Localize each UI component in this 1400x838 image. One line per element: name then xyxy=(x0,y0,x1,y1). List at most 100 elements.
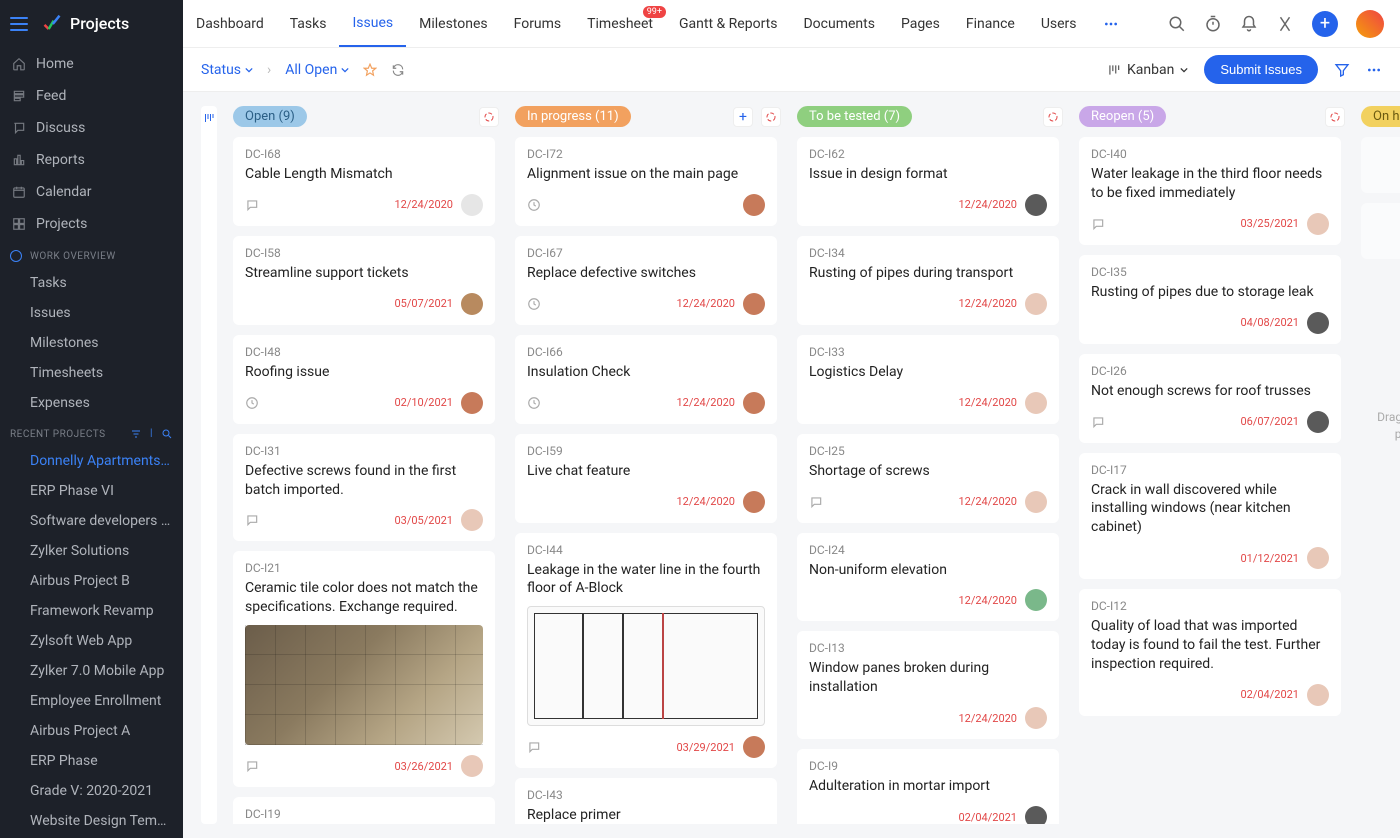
card-footer: 12/24/2020 xyxy=(809,194,1047,216)
search-projects-icon[interactable] xyxy=(161,428,173,440)
board-collapse-handle[interactable] xyxy=(201,106,217,824)
main-nav: DashboardTasksIssuesMilestonesForumsTime… xyxy=(183,0,1132,47)
column-refresh-button[interactable] xyxy=(1043,107,1063,127)
recent-project-item[interactable]: Zylker Solutions xyxy=(0,536,183,566)
issue-card[interactable]: DC-I24Non-uniform elevation12/24/2020 xyxy=(797,533,1059,622)
sidebar-feed[interactable]: Feed xyxy=(0,80,183,112)
issue-card[interactable]: DC-I26Not enough screws for roof trusses… xyxy=(1079,354,1341,443)
assignee-avatar xyxy=(461,509,483,531)
issue-card[interactable]: DC-I58Streamline support tickets05/07/20… xyxy=(233,236,495,325)
app-logo-icon xyxy=(42,14,62,34)
nav-item-dashboard[interactable]: Dashboard xyxy=(183,0,277,47)
issue-card[interactable]: DC-I33Logistics Delay12/24/2020 xyxy=(797,335,1059,424)
recent-project-item[interactable]: Zylker 7.0 Mobile App xyxy=(0,656,183,686)
card-id: DC-I44 xyxy=(527,543,765,557)
filter-dropdown[interactable]: All Open xyxy=(285,62,349,78)
bell-icon[interactable] xyxy=(1240,15,1258,33)
card-image xyxy=(527,606,765,726)
issue-card[interactable]: DC-I48Roofing issue02/10/2021 xyxy=(233,335,495,424)
view-selector[interactable]: Kanban xyxy=(1107,62,1188,78)
nav-item-milestones[interactable]: Milestones xyxy=(406,0,501,47)
issue-card[interactable]: DC-I43Replace primer12/24/2020 xyxy=(515,778,777,824)
column-refresh-button[interactable] xyxy=(761,107,781,127)
nav-more[interactable] xyxy=(1090,0,1132,47)
recent-project-item[interactable]: Airbus Project A xyxy=(0,716,183,746)
tools-icon[interactable] xyxy=(1276,15,1294,33)
nav-item-issues[interactable]: Issues xyxy=(339,0,406,47)
issue-card[interactable]: DC-I67Replace defective switches12/24/20… xyxy=(515,236,777,325)
user-avatar[interactable] xyxy=(1356,10,1384,38)
issue-card[interactable]: DC-I31Defective screws found in the firs… xyxy=(233,434,495,542)
search-icon[interactable] xyxy=(1168,15,1186,33)
star-icon[interactable] xyxy=(363,63,377,77)
card-title: Logistics Delay xyxy=(809,363,1047,382)
more-icon[interactable] xyxy=(1366,62,1382,78)
column-refresh-button[interactable] xyxy=(1325,107,1345,127)
recent-project-item[interactable]: ERP Phase xyxy=(0,746,183,776)
card-title: Adulteration in mortar import xyxy=(809,777,1047,796)
column-refresh-button[interactable] xyxy=(479,107,499,127)
issue-card[interactable]: DC-I44Leakage in the water line in the f… xyxy=(515,533,777,769)
issue-card[interactable]: DC-I40Water leakage in the third floor n… xyxy=(1079,137,1341,245)
hamburger-icon[interactable] xyxy=(10,17,28,31)
issue-card[interactable]: DC-I12Quality of load that was imported … xyxy=(1079,589,1341,716)
filter-funnel-icon[interactable] xyxy=(1334,62,1350,78)
issue-card[interactable]: DC-I9 Adulteration in mortar import 02/04/… xyxy=(797,749,1059,824)
recent-project-item[interactable]: Framework Revamp xyxy=(0,596,183,626)
nav-item-documents[interactable]: Documents xyxy=(790,0,887,47)
submit-issues-button[interactable]: Submit Issues xyxy=(1204,55,1318,84)
sidebar-discuss[interactable]: Discuss xyxy=(0,112,183,144)
recent-project-item[interactable]: Airbus Project B xyxy=(0,566,183,596)
card-id: DC-I9 xyxy=(809,759,1047,773)
nav-item-timesheet[interactable]: Timesheet99+ xyxy=(574,0,666,47)
recent-project-item[interactable]: Donnelly Apartments C xyxy=(0,446,183,476)
sidebar-work-tasks[interactable]: Tasks xyxy=(0,268,183,298)
column-body: DC-I40Water leakage in the third floor n… xyxy=(1079,137,1345,824)
recent-project-item[interactable]: Employee Enrollment xyxy=(0,686,183,716)
issue-card[interactable]: DC-I17Crack in wall discovered while ins… xyxy=(1079,453,1341,580)
sidebar-work-timesheets[interactable]: Timesheets xyxy=(0,358,183,388)
issue-card[interactable]: DC-I66Insulation Check12/24/2020 xyxy=(515,335,777,424)
sidebar-reports[interactable]: Reports xyxy=(0,144,183,176)
issue-card[interactable]: DC-I59Live chat feature12/24/2020 xyxy=(515,434,777,523)
column-add-button[interactable]: + xyxy=(733,107,753,127)
sidebar-work-expenses[interactable]: Expenses xyxy=(0,388,183,418)
sidebar-work-issues[interactable]: Issues xyxy=(0,298,183,328)
recent-project-item[interactable]: Grade V: 2020-2021 xyxy=(0,776,183,806)
nav-item-users[interactable]: Users xyxy=(1028,0,1090,47)
timer-icon[interactable] xyxy=(1204,15,1222,33)
filter-icon[interactable] xyxy=(130,428,142,440)
nav-item-pages[interactable]: Pages xyxy=(888,0,953,47)
refresh-icon[interactable] xyxy=(391,63,405,77)
card-title: Crack in wall discovered while installin… xyxy=(1091,481,1329,538)
nav-item-forums[interactable]: Forums xyxy=(501,0,575,47)
card-title: Ceramic tile color does not match the sp… xyxy=(245,579,483,617)
issue-card[interactable]: DC-I13Window panes broken during install… xyxy=(797,631,1059,739)
sidebar-home[interactable]: Home xyxy=(0,48,183,80)
recent-project-item[interactable]: ERP Phase VI xyxy=(0,476,183,506)
recent-project-item[interactable]: Website Design Templa xyxy=(0,806,183,836)
issue-card[interactable]: DC-I35Rusting of pipes due to storage le… xyxy=(1079,255,1341,344)
card-title: Insulation Check xyxy=(527,363,765,382)
recent-project-item[interactable]: Software developers re xyxy=(0,506,183,536)
clock-icon xyxy=(527,396,541,410)
issue-card[interactable]: DC-I25Shortage of screws12/24/2020 xyxy=(797,434,1059,523)
nav-item-finance[interactable]: Finance xyxy=(953,0,1028,47)
add-button[interactable]: + xyxy=(1312,11,1338,37)
issue-card[interactable]: DC-I72Alignment issue on the main page xyxy=(515,137,777,226)
issue-card[interactable]: DC-I19Brick curing process delayed and e… xyxy=(233,797,495,824)
sidebar-work-milestones[interactable]: Milestones xyxy=(0,328,183,358)
projects-icon xyxy=(12,217,26,231)
recent-project-item[interactable]: Zylsoft Web App xyxy=(0,626,183,656)
status-dropdown[interactable]: Status xyxy=(201,62,253,78)
card-date: 02/04/2021 xyxy=(958,811,1017,824)
issue-card[interactable]: DC-I34Rusting of pipes during transport1… xyxy=(797,236,1059,325)
issue-card[interactable]: DC-I68Cable Length Mismatch12/24/2020 xyxy=(233,137,495,226)
nav-item-tasks[interactable]: Tasks xyxy=(277,0,340,47)
column-pill: Reopen (5) xyxy=(1079,106,1166,127)
nav-item-gantt-reports[interactable]: Gantt & Reports xyxy=(666,0,791,47)
sidebar-calendar[interactable]: Calendar xyxy=(0,176,183,208)
issue-card[interactable]: DC-I21Ceramic tile color does not match … xyxy=(233,551,495,787)
issue-card[interactable]: DC-I62Issue in design format12/24/2020 xyxy=(797,137,1059,226)
sidebar-projects[interactable]: Projects xyxy=(0,208,183,240)
